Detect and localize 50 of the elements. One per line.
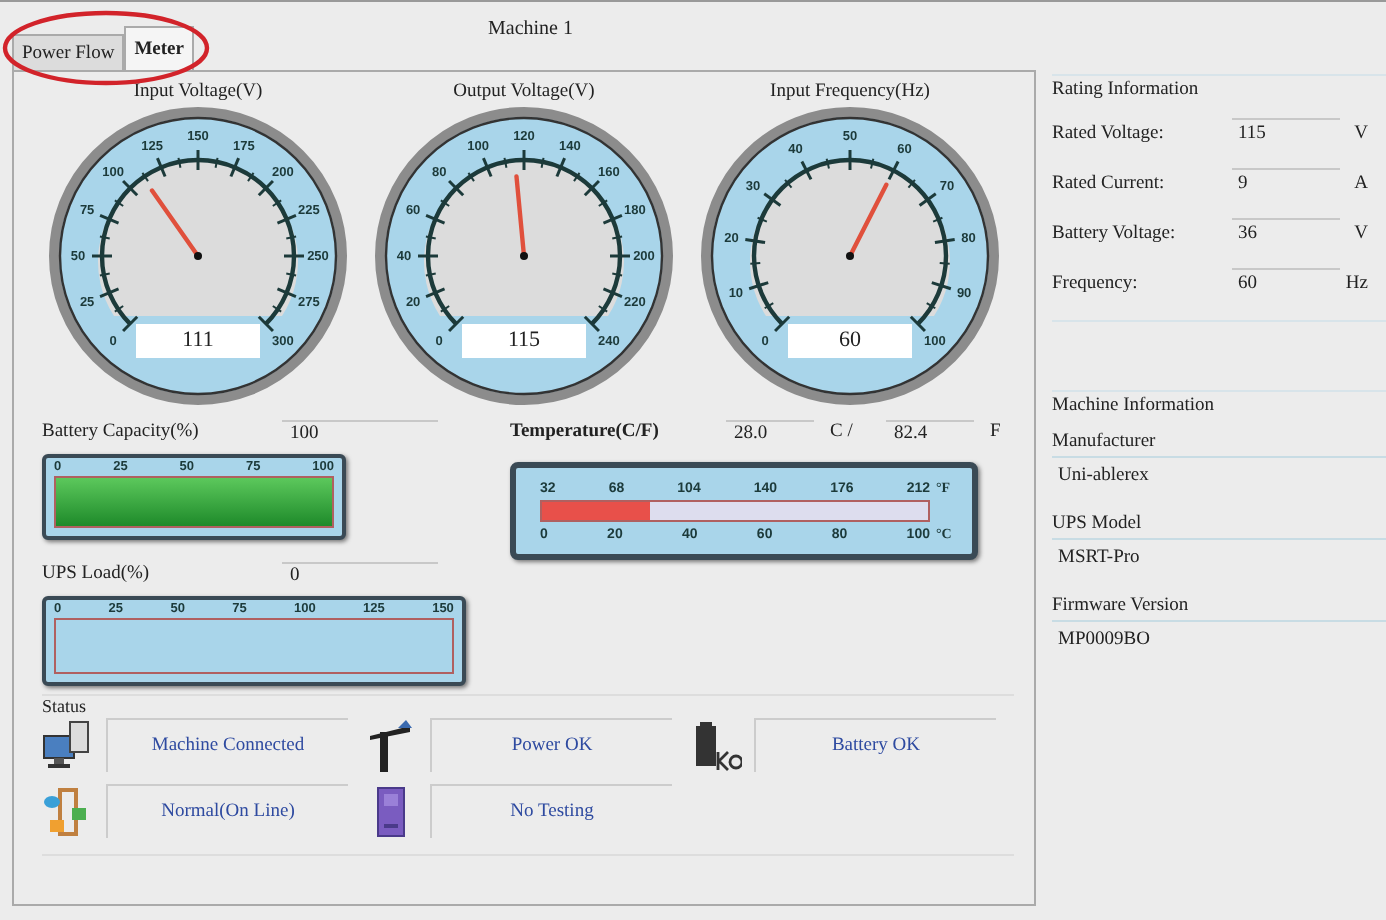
- gauge-title: Input Frequency(Hz): [770, 82, 930, 106]
- unit-label: V: [1352, 123, 1368, 143]
- section-title: Rating Information: [1052, 80, 1201, 100]
- unit-label: F: [990, 422, 1003, 442]
- unit-label: C /: [830, 422, 855, 442]
- value-field: MP0009BO: [1052, 620, 1386, 658]
- computer-icon: [42, 719, 94, 771]
- tab[interactable]: Meter: [124, 26, 194, 70]
- gauge-value: 111: [136, 324, 260, 358]
- field-label: Firmware Version: [1052, 596, 1191, 616]
- field-label: Rated Current:: [1052, 173, 1167, 193]
- needle-hub: [846, 252, 854, 260]
- unit-label: V: [1352, 223, 1368, 243]
- status-field: No Testing: [430, 784, 672, 838]
- value-field: MSRT-Pro: [1052, 538, 1386, 576]
- section-title: Machine Information: [1052, 396, 1216, 416]
- needle-hub: [194, 252, 202, 260]
- unit-label: A: [1352, 173, 1368, 193]
- value-field: 60: [1232, 268, 1340, 298]
- utility-pole-icon: [366, 719, 418, 771]
- unit-label: Hz: [1343, 273, 1368, 293]
- section-label: Status: [42, 696, 89, 716]
- status-field: Power OK: [430, 718, 672, 772]
- field-label: Temperature(C/F): [510, 422, 661, 442]
- field-label: Manufacturer: [1052, 432, 1158, 452]
- value-field: 36: [1232, 218, 1340, 248]
- gauge-title: Output Voltage(V): [453, 82, 595, 106]
- field-label: UPS Model: [1052, 514, 1144, 534]
- gauge-value: 60: [788, 324, 912, 358]
- field-label: Rated Voltage:: [1052, 123, 1166, 143]
- field-label: Frequency:: [1052, 273, 1140, 293]
- value-field: 0: [282, 561, 438, 587]
- window-title: Machine 1: [488, 18, 573, 40]
- value-field: 100: [282, 419, 438, 445]
- field-label: UPS Load(%): [42, 564, 152, 584]
- value-field: 115: [1232, 118, 1340, 148]
- field-label: Battery Capacity(%): [42, 422, 201, 442]
- battery-icon: [690, 719, 742, 771]
- gauge-title: Input Voltage(V): [133, 82, 263, 106]
- value-field: 9: [1232, 168, 1340, 198]
- value-field: 28.0: [726, 419, 814, 445]
- field-label: Battery Voltage:: [1052, 223, 1178, 243]
- gauge-value: 115: [462, 324, 586, 358]
- value-field: 82.4: [886, 419, 974, 445]
- status-field: Machine Connected: [106, 718, 348, 772]
- needle-hub: [520, 252, 528, 260]
- status-field: Battery OK: [754, 718, 996, 772]
- tab[interactable]: Power Flow: [12, 34, 125, 70]
- value-field: Uni-ablerex: [1052, 456, 1386, 494]
- status-field: Normal(On Line): [106, 784, 348, 838]
